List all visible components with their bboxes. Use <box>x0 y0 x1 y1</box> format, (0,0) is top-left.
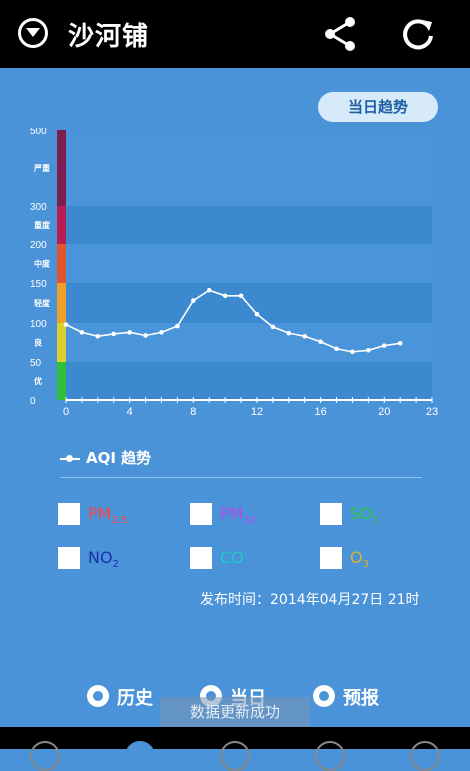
y-tick-label: 200 <box>30 240 47 251</box>
x-tick-label: 4 <box>127 406 133 418</box>
level-color-segment <box>57 206 66 244</box>
aqi-data-point <box>175 323 180 329</box>
refresh-icon[interactable] <box>400 16 436 56</box>
radio-label: 历史 <box>117 688 153 709</box>
aqi-level-label: 良 <box>34 338 42 348</box>
nav-circle-icon[interactable] <box>30 741 60 771</box>
nav-circle-icon[interactable] <box>410 741 440 771</box>
x-tick-label: 23 <box>426 406 438 418</box>
bottom-nav-bar <box>0 727 470 771</box>
aqi-data-point <box>238 293 244 299</box>
aqi-data-point <box>302 333 307 339</box>
checkbox-box[interactable] <box>190 547 212 569</box>
x-tick-label: 0 <box>63 406 69 418</box>
aqi-data-point <box>222 293 228 299</box>
publish-time: 发布时间：2014年04月27日 21时 <box>200 592 420 608</box>
aqi-data-point <box>318 339 323 345</box>
legend-label: AQI 趋势 <box>86 449 152 467</box>
checkbox-box[interactable] <box>58 503 80 525</box>
pollutant-label: SO2 <box>350 504 380 527</box>
y-tick-label: 300 <box>30 202 47 213</box>
plot-band <box>66 244 432 283</box>
x-tick-label: 20 <box>378 406 390 418</box>
y-tick-label: 100 <box>30 319 47 330</box>
top-bar: 沙河铺 <box>0 0 470 68</box>
aqi-level-label: 严重 <box>33 163 50 173</box>
aqi-level-label: 中度 <box>34 259 51 269</box>
y-tick-label: 500 <box>30 128 47 137</box>
aqi-data-point <box>286 330 292 336</box>
radio-dot <box>87 685 109 707</box>
aqi-data-point <box>397 340 403 346</box>
y-tick-label: 50 <box>30 358 42 369</box>
plot-band <box>66 323 432 362</box>
aqi-level-label: 轻度 <box>34 298 51 308</box>
plot-band <box>66 283 432 323</box>
x-tick-label: 12 <box>251 406 263 418</box>
aqi-data-point <box>79 330 85 335</box>
aqi-data-point <box>143 333 148 338</box>
plot-band <box>66 206 432 244</box>
aqi-data-point <box>127 330 132 335</box>
level-color-segment <box>57 130 66 206</box>
aqi-data-point <box>159 330 164 335</box>
daily-trend-button[interactable]: 当日趋势 <box>318 92 438 122</box>
dropdown-menu-icon[interactable] <box>18 18 48 48</box>
plot-band <box>66 130 432 206</box>
aqi-data-point <box>254 311 260 317</box>
aqi-data-point <box>350 349 355 355</box>
aqi-data-point <box>270 324 276 330</box>
plot-band <box>66 362 432 400</box>
checkbox-box[interactable] <box>320 547 342 569</box>
aqi-data-point <box>191 298 196 303</box>
aqi-level-label: 优 <box>34 376 42 386</box>
aqi-data-point <box>206 287 212 293</box>
level-color-segment <box>57 244 66 283</box>
toast-message: 数据更新成功 <box>160 697 310 727</box>
y-tick-label: 0 <box>30 396 36 407</box>
legend-line-icon <box>60 454 80 462</box>
radio-dot <box>313 685 335 707</box>
checkbox-box[interactable] <box>320 503 342 525</box>
radio-label: 预报 <box>343 688 379 709</box>
nav-circle-icon[interactable] <box>125 741 155 771</box>
aqi-data-point <box>366 348 371 353</box>
pollutant-label: NO2 <box>88 548 119 571</box>
city-title: 沙河铺 <box>68 22 150 52</box>
level-color-segment <box>57 283 66 323</box>
y-tick-label: 150 <box>30 279 47 290</box>
aqi-data-point <box>334 346 339 352</box>
share-icon[interactable] <box>322 16 358 56</box>
x-tick-label: 8 <box>190 406 196 418</box>
checkbox-box[interactable] <box>58 547 80 569</box>
level-color-segment <box>57 362 66 400</box>
aqi-data-point <box>381 343 387 348</box>
aqi-trend-chart: 0 50 100 150 200 300 500 优 良 轻度 中度 重度 严重 0 4 8 12 16 20 23 <box>30 128 438 418</box>
x-tick-label: 16 <box>314 406 326 418</box>
pollutant-label: O3 <box>350 548 369 571</box>
aqi-data-point <box>111 331 117 337</box>
pollutant-label: PM2.5 <box>88 504 128 527</box>
divider <box>60 477 422 478</box>
chart-legend: AQI 趋势 <box>60 447 151 468</box>
checkbox-box[interactable] <box>190 503 212 525</box>
pollutant-label: CO <box>220 548 244 567</box>
nav-circle-icon[interactable] <box>220 741 250 771</box>
level-color-segment <box>57 323 66 362</box>
pollutant-label: PM10 <box>220 504 257 527</box>
aqi-data-point <box>63 322 69 327</box>
aqi-level-label: 重度 <box>34 220 51 230</box>
aqi-data-point <box>95 333 101 339</box>
nav-circle-icon[interactable] <box>315 741 345 771</box>
